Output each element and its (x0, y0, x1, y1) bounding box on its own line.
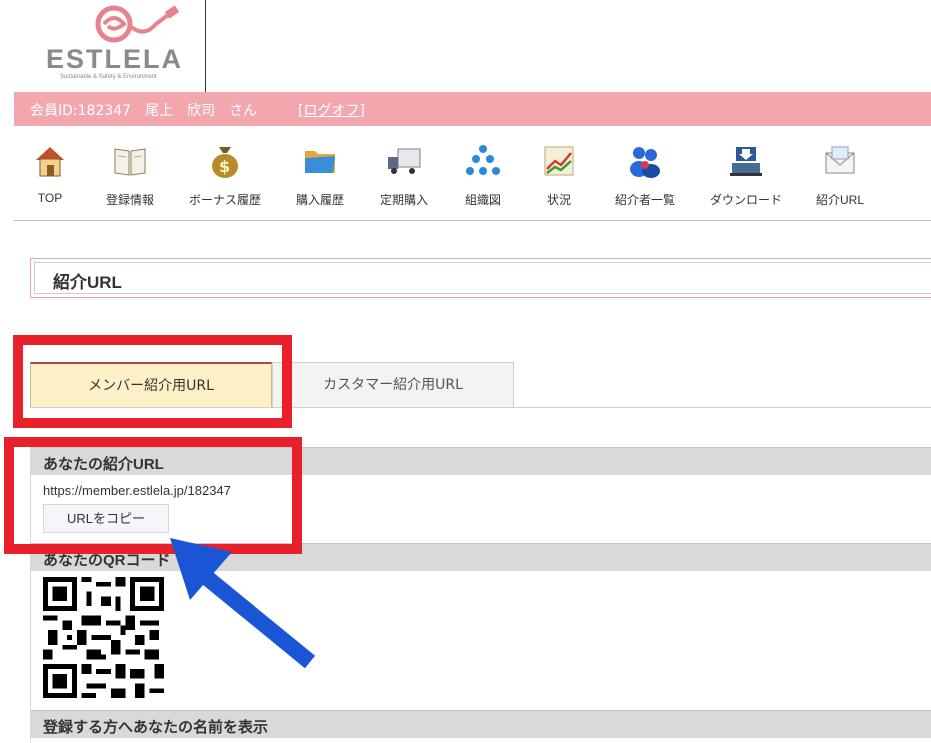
nav-item-download[interactable]: ダウンロード (706, 143, 786, 208)
nav-item-org-chart[interactable]: 組織図 (458, 143, 508, 208)
truck-icon (388, 148, 421, 174)
logo-tagline: Sustainable & Safety & Environment (60, 74, 157, 80)
section-heading-text: 登録する方へあなたの名前を表示 (43, 719, 269, 736)
nav-label: 登録情報 (105, 193, 154, 207)
nav-item-subscription[interactable]: 定期購入 (374, 143, 434, 208)
nav-item-top[interactable]: TOP (26, 143, 74, 205)
page-title: 紹介URL (53, 273, 122, 292)
users-icon (630, 147, 660, 178)
envelope-icon (825, 146, 855, 174)
nav-label: TOP (37, 191, 63, 205)
nav-divider (14, 220, 931, 221)
member-info: 会員ID:182347 尾上 欣司 さん (30, 103, 258, 119)
nav-item-referrals[interactable]: 紹介者一覧 (610, 143, 680, 208)
member-bar: 会員ID:182347 尾上 欣司 さん [ログオフ] (14, 92, 931, 126)
folder-icon (305, 151, 335, 173)
page-title-box: 紹介URL (30, 258, 931, 298)
nav-label: ダウンロード (709, 193, 782, 207)
nav-label: 組織図 (464, 193, 501, 207)
qr-code (43, 577, 164, 698)
nav-label: 状況 (546, 193, 571, 207)
annotation-highlight-tab (13, 335, 292, 428)
section-heading-display-name: 登録する方へあなたの名前を表示 (31, 710, 931, 738)
svg-text:$: $ (219, 157, 230, 176)
nav-item-bonus-history[interactable]: $ ボーナス履歴 (184, 143, 266, 208)
download-laptop-icon (730, 147, 762, 176)
header-divider (205, 0, 206, 92)
nav-label: 紹介URL (815, 193, 864, 207)
nav-label: ボーナス履歴 (188, 193, 261, 207)
nav-item-purchase-history[interactable]: 購入履歴 (292, 143, 348, 208)
money-bag-icon: $ (212, 147, 238, 178)
logo-wordmark: ESTLELA (46, 44, 184, 74)
nav-label: 購入履歴 (295, 193, 344, 207)
nav-label: 定期購入 (379, 193, 428, 207)
nav-item-referral-url[interactable]: 紹介URL (812, 143, 868, 208)
nav-label: 紹介者一覧 (614, 193, 675, 207)
tab-customer-referral-url[interactable]: カスタマー紹介用URL (272, 362, 514, 408)
estlela-logo[interactable]: ESTLELA Sustainable & Safety & Environme… (44, 4, 194, 86)
logout-link[interactable]: [ログオフ] (298, 100, 365, 120)
book-icon (114, 148, 146, 176)
nav-item-registration[interactable]: 登録情報 (100, 143, 160, 208)
logo-swirl-icon (95, 5, 180, 43)
org-chart-icon (466, 145, 500, 175)
house-icon (36, 147, 64, 177)
annotation-arrow-icon (170, 538, 316, 669)
nav-item-status[interactable]: 状況 (536, 143, 582, 208)
line-graph-icon (544, 146, 574, 176)
